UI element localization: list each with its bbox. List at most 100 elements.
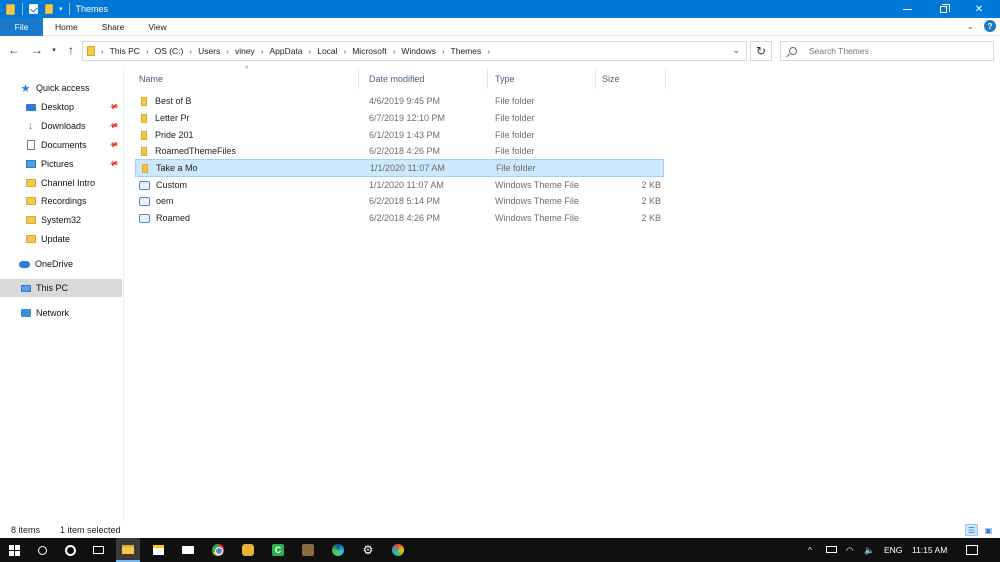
details-view-button[interactable]: ☰ [965, 524, 978, 536]
file-name-cell: Take a Mo [140, 160, 362, 176]
tab-view[interactable]: View [136, 18, 178, 36]
windows-icon [8, 544, 20, 556]
search-button[interactable] [30, 538, 54, 562]
column-header-size[interactable]: Size [596, 69, 666, 89]
sidebar-item-channel-intro[interactable]: Channel Intro [0, 174, 122, 192]
taskbar-file-explorer[interactable] [116, 538, 140, 562]
table-row[interactable]: Best of B 4/6/2019 9:45 PM File folder [135, 93, 664, 109]
refresh-button[interactable]: ↻ [750, 41, 772, 61]
crumb-separator[interactable]: › [393, 47, 396, 56]
table-row[interactable]: RoamedThemeFiles 6/2/2018 4:26 PM File f… [135, 143, 664, 159]
breadcrumb-microsoft[interactable]: Microsoft [352, 46, 386, 56]
forward-button[interactable]: → [29, 42, 45, 58]
sidebar-item-recordings[interactable]: Recordings [0, 192, 122, 210]
taskbar-camtasia[interactable]: C [266, 538, 290, 562]
notification-icon[interactable] [966, 545, 978, 555]
breadcrumb-viney[interactable]: viney [235, 46, 255, 56]
crumb-separator[interactable]: › [261, 47, 264, 56]
breadcrumb-this-pc[interactable]: This PC [110, 46, 140, 56]
help-icon[interactable]: ? [984, 20, 996, 32]
sidebar-item-update[interactable]: Update [0, 230, 122, 248]
table-row-selected[interactable]: Take a Mo 1/1/2020 11:07 AM File folder [135, 159, 664, 177]
file-date: 6/2/2018 4:26 PM [369, 213, 441, 223]
search-input[interactable] [809, 46, 979, 56]
camtasia-icon: C [272, 544, 284, 556]
tab-home[interactable]: Home [43, 18, 90, 36]
crumb-separator[interactable]: › [309, 47, 312, 56]
cortana-button[interactable] [58, 538, 82, 562]
breadcrumb-users[interactable]: Users [198, 46, 220, 56]
table-row[interactable]: Letter Pr 6/7/2019 12:10 PM File folder [135, 110, 664, 126]
folder-icon [141, 146, 147, 156]
sidebar-item-this-pc[interactable]: This PC [0, 279, 122, 297]
breadcrumb-themes[interactable]: Themes [451, 46, 482, 56]
breadcrumb-appdata[interactable]: AppData [269, 46, 302, 56]
table-row[interactable]: Roamed 6/2/2018 4:26 PM Windows Theme Fi… [135, 210, 664, 226]
show-hidden-icons-button[interactable]: ^ [808, 538, 812, 562]
address-bar[interactable]: › This PC › OS (C:) › Users › viney › Ap… [82, 41, 747, 61]
tab-file[interactable]: File [0, 17, 43, 36]
taskbar-edge[interactable] [326, 538, 350, 562]
customize-toolbar-dropdown[interactable]: ▾ [59, 5, 63, 13]
table-row[interactable]: Pride 201 6/1/2019 1:43 PM File folder [135, 127, 664, 143]
sidebar-item-system32[interactable]: System32 [0, 211, 122, 229]
taskbar-store[interactable] [146, 538, 170, 562]
address-history-dropdown[interactable]: ⌄ [732, 45, 740, 56]
sidebar-item-documents[interactable]: Documents 📌 [0, 136, 122, 154]
new-folder-icon[interactable] [43, 3, 55, 15]
volume-icon[interactable]: 🔈 [864, 538, 875, 562]
taskbar-app-2[interactable] [296, 538, 320, 562]
crumb-separator[interactable]: › [189, 47, 192, 56]
file-name-cell: Letter Pr [139, 110, 361, 126]
language-indicator[interactable]: ENG [884, 538, 902, 562]
title-divider-2 [68, 3, 70, 15]
taskbar-chrome[interactable] [206, 538, 230, 562]
minimize-button[interactable] [890, 0, 924, 18]
crumb-separator[interactable]: › [146, 47, 149, 56]
up-button[interactable]: ↑ [63, 42, 79, 58]
tab-share[interactable]: Share [90, 18, 137, 36]
sidebar-item-label: Documents [41, 140, 87, 150]
wifi-icon[interactable]: ◠ [846, 538, 853, 562]
maximize-button[interactable] [926, 0, 960, 18]
column-header-date-modified[interactable]: Date modified [363, 69, 488, 89]
crumb-separator[interactable]: › [442, 47, 445, 56]
taskbar-settings[interactable]: ⚙ [356, 538, 380, 562]
search-box[interactable] [780, 41, 994, 61]
expand-ribbon-button[interactable]: ⌄ [966, 21, 974, 32]
table-row[interactable]: Custom 1/1/2020 11:07 AM Windows Theme F… [135, 177, 664, 193]
file-name-cell: oem [139, 193, 361, 209]
crumb-separator[interactable]: › [344, 47, 347, 56]
taskbar-paint[interactable] [386, 538, 410, 562]
sidebar-item-downloads[interactable]: ↓ Downloads 📌 [0, 117, 122, 135]
crumb-separator[interactable]: › [487, 47, 490, 56]
close-button[interactable]: ✕ [962, 0, 996, 18]
item-count: 8 items [11, 525, 41, 535]
start-button[interactable] [2, 538, 26, 562]
file-size: 2 KB [641, 196, 661, 206]
recent-locations-button[interactable]: ▾ [49, 42, 59, 58]
large-icons-view-button[interactable]: ▣ [982, 524, 995, 536]
taskbar-mail[interactable] [176, 538, 200, 562]
back-button[interactable]: ← [6, 42, 22, 58]
sidebar-item-quick-access[interactable]: ★ Quick access [0, 79, 122, 97]
clock[interactable]: 11:15 AM [912, 538, 947, 562]
sidebar-item-network[interactable]: Network [0, 304, 122, 322]
table-row[interactable]: oem 6/2/2018 5:14 PM Windows Theme File … [135, 193, 664, 209]
column-header-type[interactable]: Type [489, 69, 596, 89]
task-view-button[interactable] [86, 538, 110, 562]
taskbar-app[interactable] [236, 538, 260, 562]
column-header-name[interactable]: Name [133, 69, 359, 89]
properties-icon[interactable] [27, 3, 39, 15]
battery-icon[interactable] [826, 546, 837, 553]
sidebar-item-onedrive[interactable]: OneDrive [0, 255, 122, 273]
app-icon [302, 544, 314, 556]
breadcrumb-local[interactable]: Local [317, 46, 337, 56]
sidebar-item-pictures[interactable]: Pictures 📌 [0, 155, 122, 173]
crumb-separator[interactable]: › [226, 47, 229, 56]
sidebar-item-label: This PC [36, 283, 69, 293]
cortana-icon [64, 544, 76, 556]
sidebar-item-desktop[interactable]: Desktop 📌 [0, 98, 122, 116]
breadcrumb-os-c[interactable]: OS (C:) [155, 46, 184, 56]
breadcrumb-windows[interactable]: Windows [401, 46, 435, 56]
